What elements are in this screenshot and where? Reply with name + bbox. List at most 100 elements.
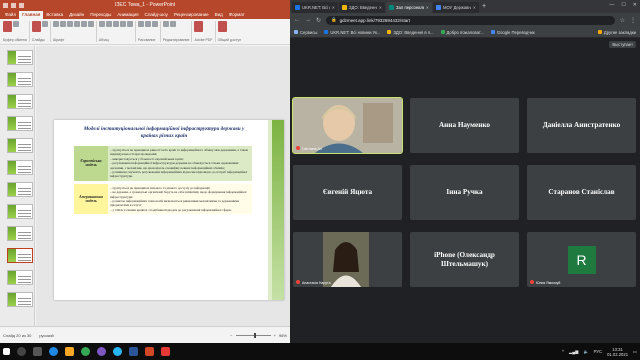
shapes-icon[interactable] (137, 21, 144, 27)
notifications-icon[interactable]: ▭ (633, 349, 637, 354)
task-view-icon[interactable] (33, 347, 42, 356)
browser-tab[interactable]: ЗДО: Введення в п...✕ (339, 2, 385, 13)
italic-icon[interactable] (59, 21, 66, 27)
word-icon[interactable] (129, 347, 138, 356)
language-indicator[interactable]: русский (39, 333, 53, 338)
explorer-icon[interactable] (65, 347, 74, 356)
speaker-view-toggle[interactable]: Выступает (609, 41, 636, 48)
bookmark-item[interactable]: UKR.NET: Всі новини Ук... (324, 30, 380, 35)
participant-tile[interactable]: Євгеній Яцюта (293, 165, 402, 220)
bookmark-item[interactable]: ЗДО: Введення в п... (387, 30, 434, 35)
tab-insert[interactable]: Вставка (43, 11, 66, 19)
font-name-icon[interactable] (87, 21, 94, 27)
reload-icon[interactable]: ↻ (316, 17, 321, 24)
start-icon[interactable] (3, 348, 10, 355)
menu-icon[interactable]: ⋮ (630, 17, 636, 24)
slide-thumbnail[interactable] (7, 292, 33, 307)
align-center-icon[interactable] (119, 21, 126, 27)
align-right-icon[interactable] (126, 21, 133, 27)
replace-icon[interactable] (169, 21, 176, 27)
slide-thumbnail[interactable] (7, 270, 33, 285)
underline-icon[interactable] (66, 21, 73, 27)
tab-home[interactable]: Главная (19, 11, 44, 19)
layout-icon[interactable] (41, 21, 48, 27)
network-icon[interactable]: ▂▄▆ (569, 349, 578, 354)
volume-icon[interactable]: 🔈 (583, 349, 588, 355)
font-color-icon[interactable] (73, 21, 80, 27)
slide-thumbnail[interactable] (7, 72, 33, 87)
zoom-in-button[interactable]: + (274, 333, 276, 338)
tab-slideshow[interactable]: Слайд-шоу (142, 11, 171, 19)
search-icon[interactable] (17, 347, 26, 356)
participant-tile[interactable]: Даніелла Анистратенко (527, 98, 636, 153)
numbering-icon[interactable] (105, 21, 112, 27)
slide-thumbnail[interactable] (7, 182, 33, 197)
cut-icon[interactable] (13, 21, 19, 27)
tab-review[interactable]: Рецензирование (171, 11, 212, 19)
back-icon[interactable]: ← (294, 17, 300, 23)
browser-tab[interactable]: UKR.NET: Всі новини Укр✕ (292, 2, 338, 13)
slide-thumbnail[interactable] (7, 204, 33, 219)
close-tab-icon[interactable]: ✕ (332, 5, 335, 10)
slide-thumbnail[interactable] (7, 226, 33, 241)
adobe-pdf-icon[interactable] (194, 21, 204, 32)
participant-tile[interactable]: Інна Ручка (410, 165, 519, 220)
paste-icon[interactable] (3, 21, 12, 32)
participant-tile[interactable]: iPhone (Олександр Штельмашук) (410, 232, 519, 287)
arrange-icon[interactable] (144, 21, 151, 27)
tab-design[interactable]: Дизайн (66, 11, 87, 19)
slide-thumbnail-selected[interactable] (7, 248, 33, 263)
find-icon[interactable] (162, 21, 169, 27)
star-icon[interactable]: ☆ (620, 17, 625, 24)
keyboard-language[interactable]: РУС (594, 349, 602, 354)
tab-animations[interactable]: Анимация (114, 11, 141, 19)
bookmark-item[interactable]: Google Переводчик (490, 30, 535, 35)
share-icon[interactable] (217, 21, 227, 32)
zoom-slider[interactable] (235, 332, 271, 338)
slide-thumbnail[interactable] (7, 50, 33, 65)
participant-tile[interactable]: Анна Науменко (410, 98, 519, 153)
participant-tile[interactable]: Світлана Ал (292, 97, 403, 154)
minimize-icon[interactable]: — (609, 2, 614, 8)
slide-thumbnail[interactable] (7, 116, 33, 131)
address-bar[interactable]: 🔒 gdzmeet.app.link/7932694432/start (326, 15, 615, 25)
browser-tab-active[interactable]: Зал персональної ...✕ (386, 2, 432, 13)
bold-icon[interactable] (52, 21, 59, 27)
slide-thumbnail[interactable] (7, 160, 33, 175)
slide-table[interactable]: Європейська модель – ґрунтується на прин… (74, 146, 252, 215)
zoom-level[interactable]: 96% (279, 333, 287, 338)
quick-styles-icon[interactable] (151, 21, 158, 27)
new-tab-button[interactable]: + (482, 3, 486, 10)
ie-icon[interactable] (49, 347, 58, 356)
close-tab-icon[interactable]: ✕ (426, 5, 429, 10)
participant-tile[interactable]: Старанов Станіслав (527, 165, 636, 220)
slide-thumbnail[interactable] (7, 94, 33, 109)
browser-tab[interactable]: МОУ Державна та мела✕ (433, 2, 479, 13)
tray-arrow-icon[interactable]: ^ (562, 349, 564, 354)
close-window-icon[interactable]: ✕ (633, 2, 637, 8)
telegram-icon[interactable] (113, 347, 122, 356)
bookmark-item[interactable]: Сервисы (294, 30, 317, 35)
close-tab-icon[interactable]: ✕ (473, 5, 476, 10)
font-size-icon[interactable] (80, 21, 87, 27)
participant-tile[interactable]: R Юлия Ямолкуй (527, 232, 636, 287)
participant-tile[interactable]: Анастасія Нарута (293, 232, 402, 287)
clock[interactable]: 13:31 01.02.2021 (607, 347, 628, 357)
other-bookmarks[interactable]: Другие закладки (597, 30, 636, 35)
tab-transitions[interactable]: Переходы (87, 11, 114, 19)
tab-format[interactable]: Формат (226, 11, 248, 19)
current-slide[interactable]: Моделі інституціональної інформаційної і… (54, 120, 284, 300)
tab-view[interactable]: Вид (212, 11, 226, 19)
maximize-icon[interactable]: ☐ (621, 2, 625, 8)
tab-file[interactable]: Файл (2, 11, 19, 19)
bullets-icon[interactable] (98, 21, 105, 27)
powerpoint-icon[interactable] (145, 347, 154, 356)
close-tab-icon[interactable]: ✕ (379, 5, 382, 10)
slide-thumbnail[interactable] (7, 138, 33, 153)
forward-icon[interactable]: → (305, 17, 311, 23)
align-left-icon[interactable] (112, 21, 119, 27)
slide-title[interactable]: Моделі інституціональної інформаційної і… (76, 126, 252, 140)
viber-icon[interactable] (97, 347, 106, 356)
bookmark-item[interactable]: Добро пожаловат... (440, 30, 484, 35)
new-slide-icon[interactable] (31, 21, 41, 32)
